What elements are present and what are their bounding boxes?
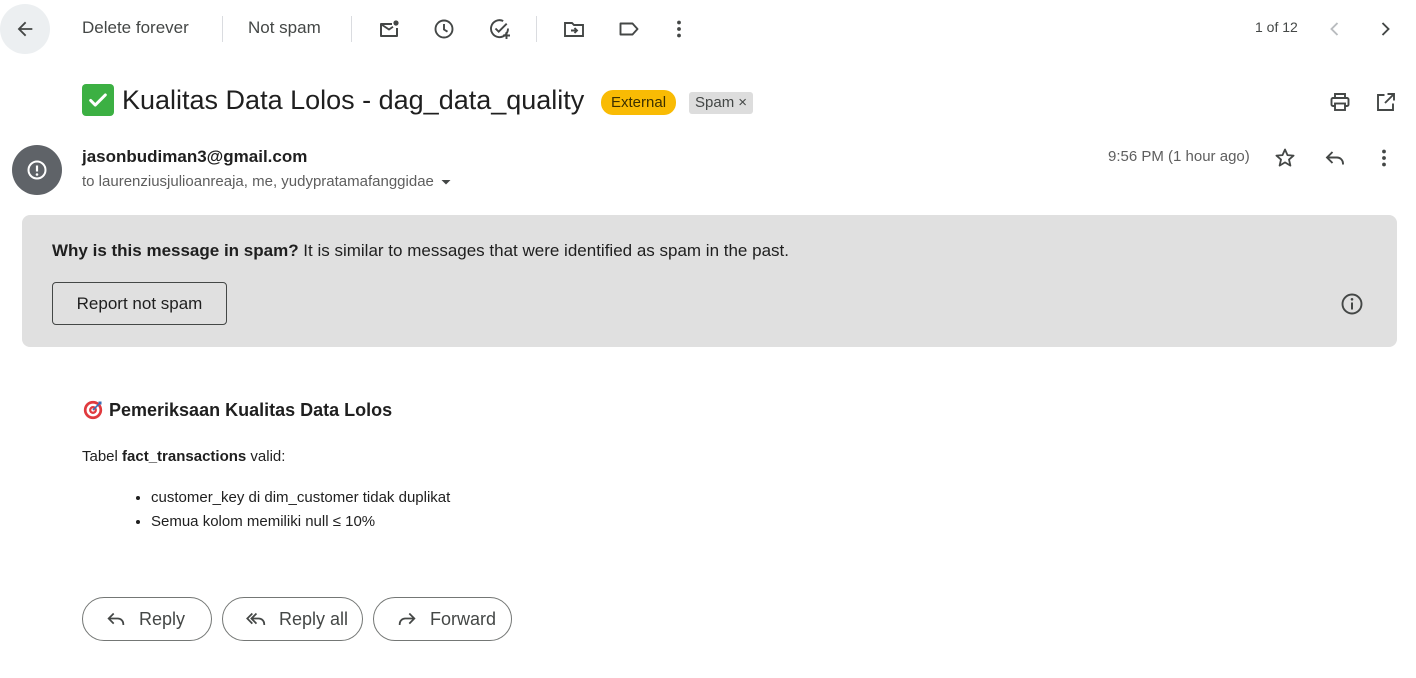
forward-icon [398,612,416,625]
spam-reason: Why is this message in spam? It is simil… [52,241,789,261]
reply-button-label: Reply [139,608,186,629]
toolbar-divider [351,16,352,42]
warning-icon [27,160,47,180]
chevron-right-icon[interactable] [1373,17,1397,41]
label-icon[interactable] [617,17,641,41]
star-icon[interactable] [1273,146,1297,170]
list-item: Semua kolom memiliki null ≤ 10% [151,510,450,534]
not-spam-button[interactable]: Not spam [248,18,321,38]
open-in-new-window-icon[interactable] [1374,90,1398,114]
toolbar-divider [222,16,223,42]
caret-down-icon[interactable] [440,176,452,188]
add-task-icon[interactable] [488,17,512,41]
mark-unread-icon[interactable] [377,17,401,41]
table-name: fact_transactions [122,448,247,465]
reply-all-button[interactable]: Reply all [222,597,363,641]
message-time: 9:56 PM (1 hour ago) [1108,148,1250,165]
toolbar-divider [536,16,537,42]
list-item: customer_key di dim_customer tidak dupli… [151,486,450,510]
recipients-text: to laurenziusjulioanreaja, me, yudyprata… [82,173,434,190]
pagination-count: 1 of 12 [1255,19,1298,35]
direct-hit-target-icon [83,400,103,420]
body-line-prefix: Tabel [82,448,123,465]
snooze-clock-icon[interactable] [432,17,456,41]
body-line-suffix: valid: [246,448,286,465]
report-not-spam-button[interactable]: Report not spam [52,282,227,325]
forward-button-label: Forward [430,608,497,629]
spam-warning-banner [22,215,1397,347]
reply-button[interactable]: Reply [82,597,212,641]
body-intro-line: Tabel fact_transactions valid: [82,448,285,465]
body-heading: Pemeriksaan Kualitas Data Lolos [82,399,392,421]
reply-all-icon [246,612,266,625]
delete-forever-button[interactable]: Delete forever [82,18,189,38]
subject-text: Kualitas Data Lolos - dag_data_quality [122,84,585,115]
reply-icon[interactable] [1323,146,1347,170]
body-bullet-list: customer_key di dim_customer tidak dupli… [129,486,450,534]
spam-label-text: Spam [695,94,735,111]
spam-reason-question: Why is this message in spam? [52,241,299,260]
back-arrow-icon [17,21,33,37]
external-badge: External [601,90,677,115]
recipients[interactable]: to laurenziusjulioanreaja, me, yudyprata… [82,173,452,190]
body-heading-text: Pemeriksaan Kualitas Data Lolos [109,399,393,420]
forward-button[interactable]: Forward [373,597,512,641]
check-mark-emoji-icon [82,84,114,116]
reply-all-button-label: Reply all [279,608,349,629]
more-vertical-icon[interactable] [1372,146,1396,170]
more-vertical-icon[interactable] [667,17,691,41]
sender-email[interactable]: jasonbudiman3@gmail.com [82,147,307,167]
reply-icon [107,612,125,625]
chevron-left-icon[interactable] [1323,17,1347,41]
spam-label-badge: Spam × [689,92,753,114]
sender-avatar[interactable] [12,145,62,195]
spam-reason-explanation: It is similar to messages that were iden… [298,241,789,260]
remove-label-icon[interactable]: × [738,92,747,114]
move-to-folder-icon[interactable] [562,17,586,41]
email-subject: Kualitas Data Lolos - dag_data_quality [82,84,584,116]
back-button[interactable] [0,4,50,54]
print-icon[interactable] [1328,90,1352,114]
info-icon[interactable] [1340,292,1364,316]
